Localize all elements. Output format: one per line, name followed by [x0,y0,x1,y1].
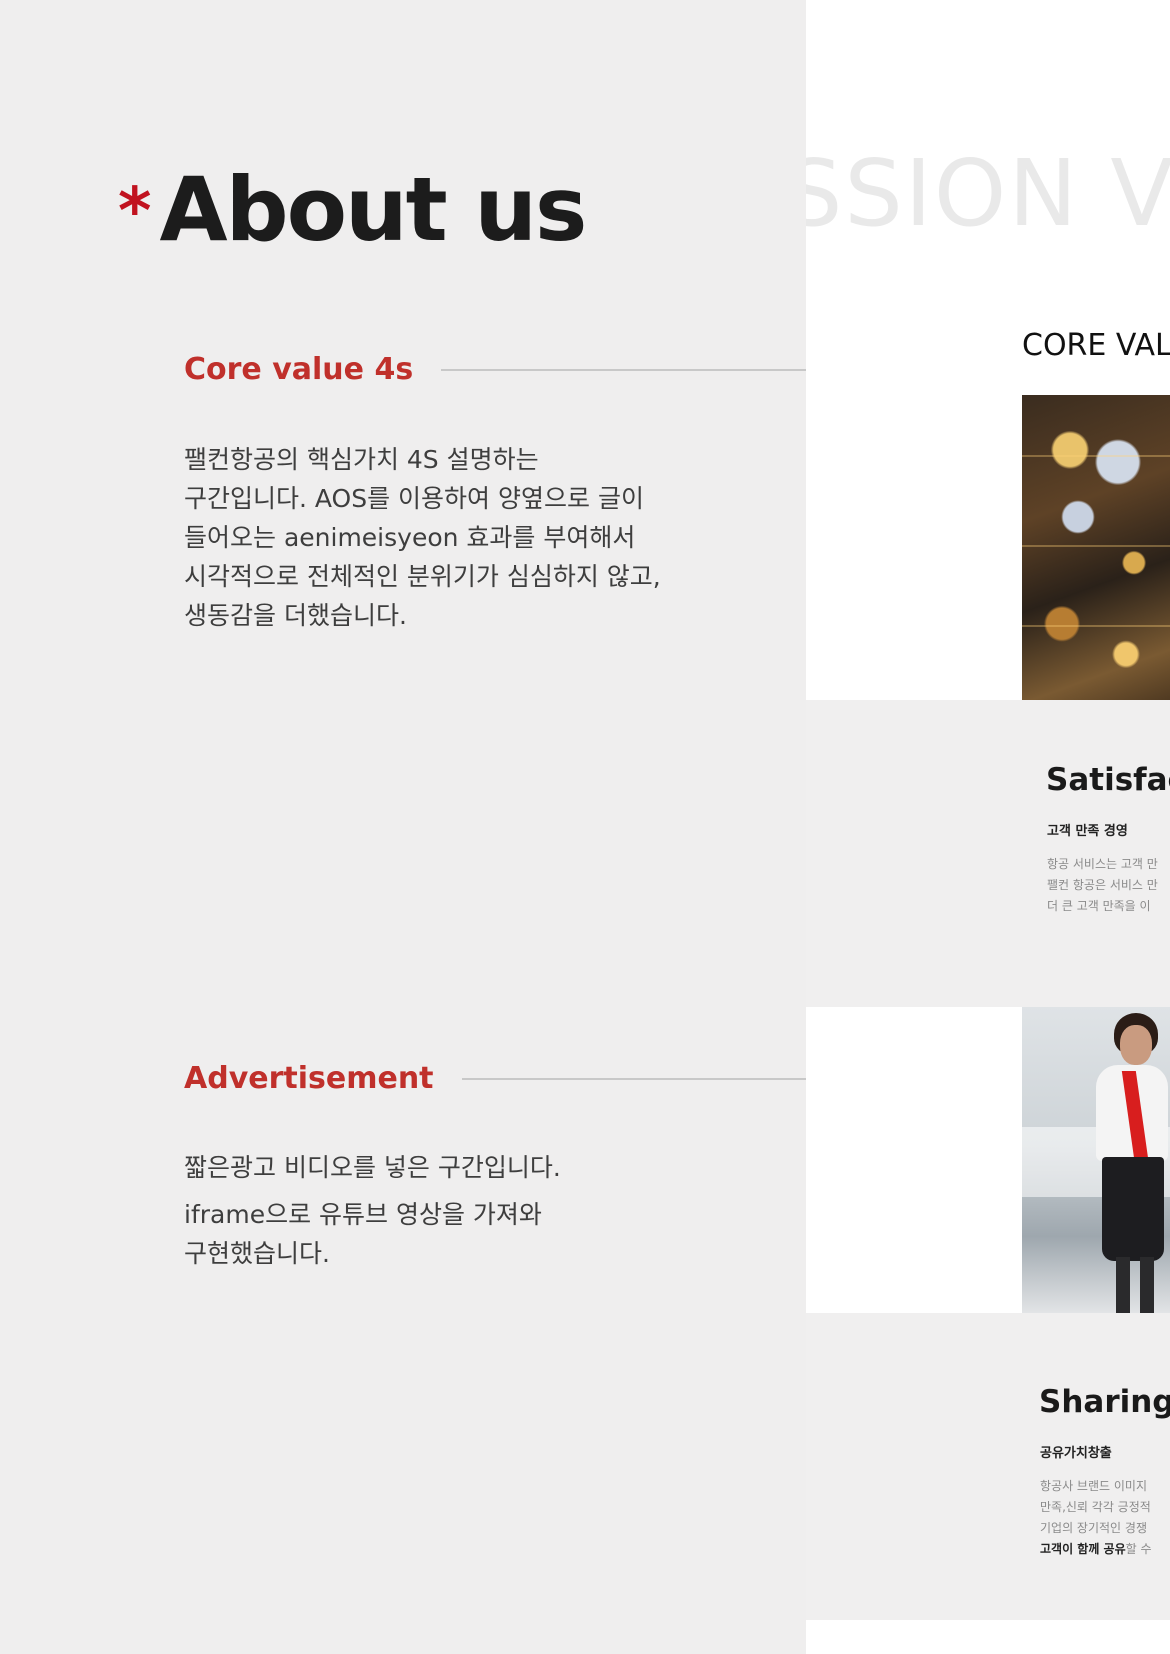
photo-detail [1022,545,1170,547]
page-title: About us [159,158,587,261]
core-value-description: 팰컨항공의 핵심가치 4S 설명하는 구간입니다. AOS를 이용하여 양옆으로… [184,445,661,630]
photo-detail [1022,455,1170,457]
cockpit-photo [1022,395,1170,700]
card-text-highlight: 고객이 함께 공유 [1040,1542,1126,1556]
connector-line [441,368,867,371]
section-desc-core-value: 팰컨항공의 핵심가치 4S 설명하는 구간입니다. AOS를 이용하여 양옆으로… [184,440,664,635]
preview-block-next [806,1620,1170,1654]
card-text-line: 항공사 브랜드 이미지 [1040,1479,1147,1493]
card-text-rest: 할 수 [1125,1542,1152,1556]
photo-detail [1120,1025,1152,1065]
card-text-line: 기업의 장기적인 경쟁 [1040,1521,1147,1535]
preview-core-heading: CORE VALU [1022,328,1170,363]
card-subtitle-satisfaction: 고객 만족 경영 [1047,824,1128,839]
section-core-value: Core value 4s [184,352,885,387]
card-text-line: 팰컨 항공은 서비스 만 [1047,878,1158,892]
section-title-advertisement: Advertisement [184,1061,434,1096]
card-text-sharing: 항공사 브랜드 이미지 만족,신뢰 각각 긍정적 기업의 장기적인 경쟁 고객이… [1040,1476,1152,1560]
photo-detail [1022,625,1170,627]
section-advertisement: Advertisement [184,1061,912,1096]
asterisk-icon: * [118,175,152,249]
page-heading: * About us [118,150,587,261]
card-text-line: 만족,신뢰 각각 긍정적 [1040,1500,1151,1514]
card-title-sharing: Sharing [1039,1384,1170,1420]
section-title-core-value: Core value 4s [184,352,414,387]
background-watermark-text: SSION VIS [806,140,1170,247]
card-title-satisfaction: Satisfact [1046,762,1170,798]
photo-detail [1140,1257,1154,1313]
advertisement-description-2: iframe으로 유튜브 영상을 가져와 구현했습니다. [184,1200,542,1268]
advertisement-description-1: 짧은광고 비디오를 넣은 구간입니다. [184,1153,561,1182]
photo-detail [1116,1257,1130,1313]
card-subtitle-sharing: 공유가치창출 [1040,1446,1112,1461]
card-text-satisfaction: 항공 서비스는 고객 만 팰컨 항공은 서비스 만 더 큰 고객 만족을 이 [1047,854,1158,917]
preview-panel: SSION VIS CORE VALU Satisfact 고객 만족 경영 항… [806,0,1170,1654]
photo-detail [1102,1157,1164,1261]
card-text-line: 고객이 함께 공유할 수 [1040,1539,1152,1560]
card-text-line: 항공 서비스는 고객 만 [1047,857,1158,871]
flight-attendant-photo [1022,1007,1170,1313]
section-desc-advertisement: 짧은광고 비디오를 넣은 구간입니다. iframe으로 유튜브 영상을 가져와… [184,1148,664,1273]
card-text-line: 더 큰 고객 만족을 이 [1047,899,1151,913]
